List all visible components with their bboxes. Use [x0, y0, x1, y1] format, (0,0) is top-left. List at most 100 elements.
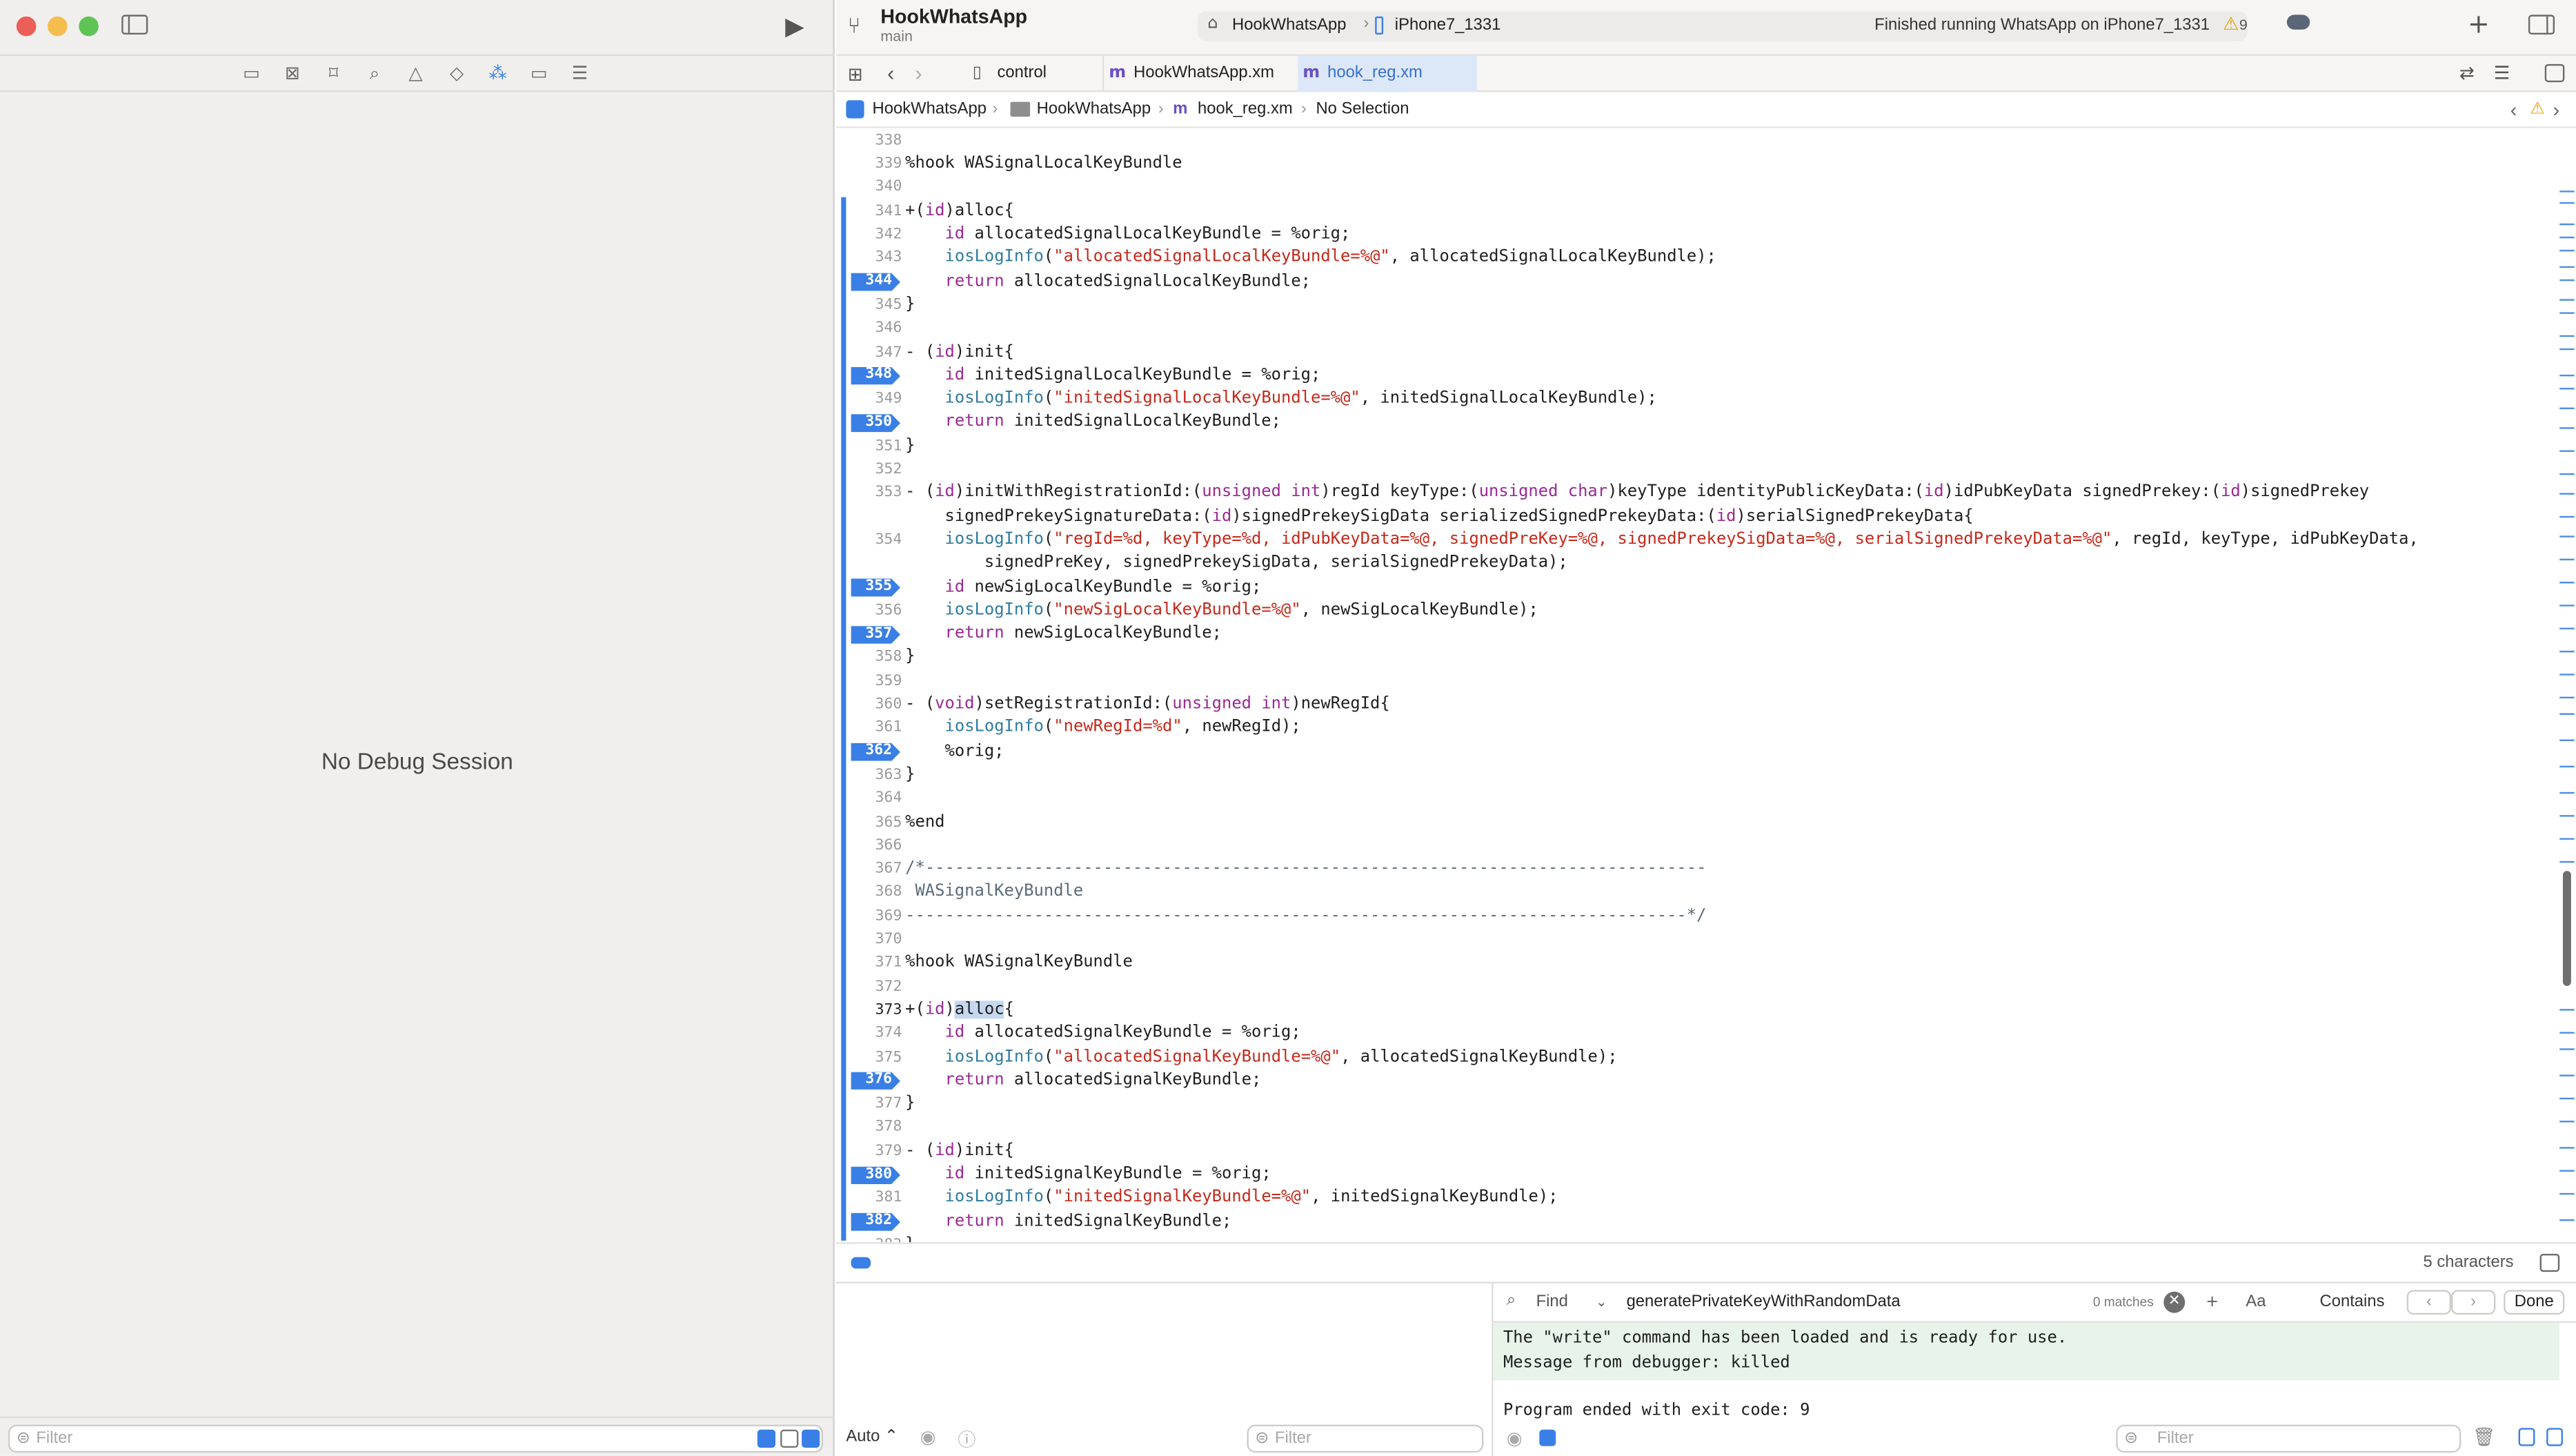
breadcrumb-group[interactable]: HookWhatsApp — [1037, 94, 1151, 127]
add-icon[interactable]: + — [2468, 8, 2490, 39]
code-line[interactable]: iosLogInfo("initedSignalLocalKeyBundle=%… — [905, 388, 1657, 411]
sidebar-toggle-icon[interactable] — [121, 14, 148, 35]
code-line[interactable]: +(id)alloc{ — [905, 200, 1014, 224]
previous-match-button[interactable]: ‹ — [2406, 1290, 2452, 1315]
console-output[interactable]: The "write" command has been loaded and … — [1494, 1323, 2576, 1419]
breakpoint-icon[interactable]: ▭ — [529, 63, 549, 84]
code-line[interactable]: } — [905, 1093, 915, 1116]
forward-icon[interactable]: › — [915, 61, 922, 86]
console-filter-input[interactable]: ⊜ Filter — [2116, 1424, 2461, 1453]
breakpoints-toggle-icon[interactable] — [851, 1257, 871, 1269]
next-match-button[interactable]: › — [2451, 1290, 2496, 1315]
search-icon[interactable]: ⌕ — [365, 63, 385, 84]
code-line[interactable]: - (id)initWithRegistrationId:(unsigned i… — [905, 482, 2369, 505]
run-button[interactable]: ▶ — [785, 12, 804, 41]
code-line[interactable]: signedPrekeySignatureData:(id)signedPrek… — [905, 505, 1973, 529]
code-line[interactable]: id initedSignalLocalKeyBundle = %orig; — [905, 364, 1321, 388]
minimize-window-button[interactable] — [48, 16, 68, 37]
report-icon[interactable]: ☰ — [570, 63, 590, 84]
code-area[interactable]: %hook WASignalLocalKeyBundle +(id)alloc{ … — [836, 128, 2553, 1243]
eye-icon[interactable]: ◉ — [1507, 1428, 1523, 1449]
code-line[interactable]: id newSigLocalKeyBundle = %orig; — [905, 576, 1262, 600]
warning-icon[interactable]: ⚠ — [2530, 94, 2544, 127]
close-window-button[interactable] — [16, 16, 37, 37]
code-line[interactable]: - (id)init{ — [905, 341, 1014, 364]
inspector-toggle-icon[interactable] — [2528, 14, 2555, 35]
code-line[interactable]: } — [905, 294, 915, 317]
code-line[interactable]: } — [905, 764, 915, 787]
breadcrumb-project[interactable]: HookWhatsApp — [873, 94, 987, 127]
code-line[interactable]: } — [905, 435, 915, 458]
trash-icon[interactable]: 🗑 — [2473, 1426, 2495, 1448]
add-pattern-icon[interactable]: + — [2206, 1290, 2218, 1312]
debug-navigator-icon[interactable]: ⁂ — [488, 63, 508, 84]
code-line[interactable]: iosLogInfo("allocatedSignalLocalKeyBundl… — [905, 247, 1716, 270]
eye-icon[interactable]: ◉ — [920, 1426, 936, 1448]
code-line[interactable]: iosLogInfo("allocatedSignalKeyBundle=%@"… — [905, 1046, 1618, 1070]
grid-icon[interactable]: ⊞ — [848, 64, 863, 86]
add-editor-icon[interactable] — [2544, 63, 2565, 83]
code-line[interactable]: } — [905, 647, 915, 670]
auto-scope-selector[interactable]: Auto ⌃ — [846, 1428, 898, 1446]
bookmark-icon[interactable]: ⌑ — [324, 63, 344, 84]
source-control-icon[interactable]: ⊠ — [283, 63, 303, 84]
test-diamond-icon[interactable]: ◇ — [447, 63, 467, 84]
code-line[interactable]: +(id)alloc{ — [905, 999, 1014, 1023]
code-line[interactable]: iosLogInfo("newSigLocalKeyBundle=%@", ne… — [905, 600, 1538, 623]
code-line[interactable]: - (id)init{ — [905, 1140, 1014, 1163]
code-line[interactable]: %hook WASignalKeyBundle — [905, 952, 1133, 976]
code-line[interactable]: return newSigLocalKeyBundle; — [905, 623, 1222, 647]
previous-issue-icon[interactable]: ‹ — [2510, 94, 2517, 127]
match-type-selector[interactable]: Contains⇕ — [2320, 1293, 2416, 1311]
code-line[interactable]: id allocatedSignalKeyBundle = %orig; — [905, 1023, 1301, 1046]
filter-person-icon[interactable] — [802, 1429, 820, 1448]
code-line[interactable]: iosLogInfo("initedSignalKeyBundle=%@", i… — [905, 1187, 1558, 1210]
console-output-toggle-icon[interactable] — [1539, 1429, 1556, 1446]
code-line[interactable]: id allocatedSignalLocalKeyBundle = %orig… — [905, 224, 1351, 247]
filter-grid-icon[interactable] — [780, 1429, 799, 1448]
device-selector[interactable]: iPhone7_1331 — [1395, 17, 1501, 35]
code-line[interactable]: iosLogInfo("newRegId=%d", newRegId); — [905, 717, 1301, 740]
issue-warning-icon[interactable]: △ — [406, 63, 426, 84]
find-mode-selector[interactable]: Find ⌄ — [1536, 1293, 1607, 1311]
navigator-filter-input[interactable]: ⊜ Filter — [8, 1424, 824, 1453]
warning-icon[interactable]: ⚠ — [2223, 13, 2239, 35]
ignore-case-toggle[interactable]: Aa — [2246, 1293, 2266, 1311]
done-button[interactable]: Done — [2504, 1290, 2565, 1315]
breadcrumb-file[interactable]: hook_reg.xm — [1198, 94, 1293, 127]
code-line[interactable]: id initedSignalKeyBundle = %orig; — [905, 1163, 1271, 1187]
code-line[interactable]: return allocatedSignalLocalKeyBundle; — [905, 270, 1311, 294]
code-line[interactable]: WASignalKeyBundle — [905, 881, 1083, 905]
editor-scrollbar-thumb[interactable] — [2562, 871, 2571, 986]
breadcrumb-selection[interactable]: No Selection — [1316, 94, 1409, 127]
cloud-icon[interactable] — [2286, 14, 2310, 30]
hide-debug-area-icon[interactable] — [2539, 1253, 2560, 1272]
code-line[interactable]: iosLogInfo("regId=%d, keyType=%d, idPubK… — [905, 529, 2419, 553]
tab-hookwhatsapp-xm[interactable]: m HookWhatsApp.xm — [1102, 55, 1296, 92]
change-minimap[interactable] — [2553, 128, 2576, 1243]
code-line[interactable]: /*--------------------------------------… — [905, 858, 1706, 881]
code-line[interactable]: return allocatedSignalKeyBundle; — [905, 1070, 1262, 1093]
code-line[interactable]: return initedSignalKeyBundle; — [905, 1210, 1232, 1234]
code-line[interactable]: %hook WASignalLocalKeyBundle — [905, 153, 1182, 177]
clear-search-icon[interactable]: ✕ — [2163, 1291, 2186, 1313]
source-editor[interactable]: 338 339 340 341 342 343 344 345 346 347 348 349 350 3… — [836, 128, 2576, 1243]
code-line[interactable]: return initedSignalLocalKeyBundle; — [905, 411, 1281, 435]
code-line[interactable]: signedPreKey, signedPrekeySigData, seria… — [905, 553, 1568, 576]
swap-icon[interactable]: ⇄ — [2459, 62, 2475, 83]
tab-hook-reg-xm[interactable]: m hook_reg.xm — [1298, 55, 1477, 92]
editor-options-icon[interactable]: ☰ — [2494, 62, 2510, 83]
back-icon[interactable]: ‹ — [887, 61, 894, 86]
split-right-icon[interactable] — [2546, 1428, 2563, 1446]
folder-icon[interactable]: ▭ — [241, 63, 261, 84]
code-line[interactable]: %orig; — [905, 740, 1004, 764]
split-left-icon[interactable] — [2518, 1428, 2535, 1446]
variables-filter-input[interactable]: ⊜ Filter — [1247, 1424, 1484, 1453]
scheme-selector[interactable]: HookWhatsApp — [1232, 17, 1346, 35]
code-line[interactable]: %end — [905, 811, 944, 834]
next-issue-icon[interactable]: › — [2553, 94, 2560, 127]
filter-option-icon[interactable] — [757, 1429, 776, 1448]
code-line[interactable]: } — [905, 1234, 915, 1243]
code-line[interactable]: - (void)setRegistrationId:(unsigned int)… — [905, 693, 1390, 717]
tab-control[interactable]: ▯ control — [968, 56, 1102, 92]
